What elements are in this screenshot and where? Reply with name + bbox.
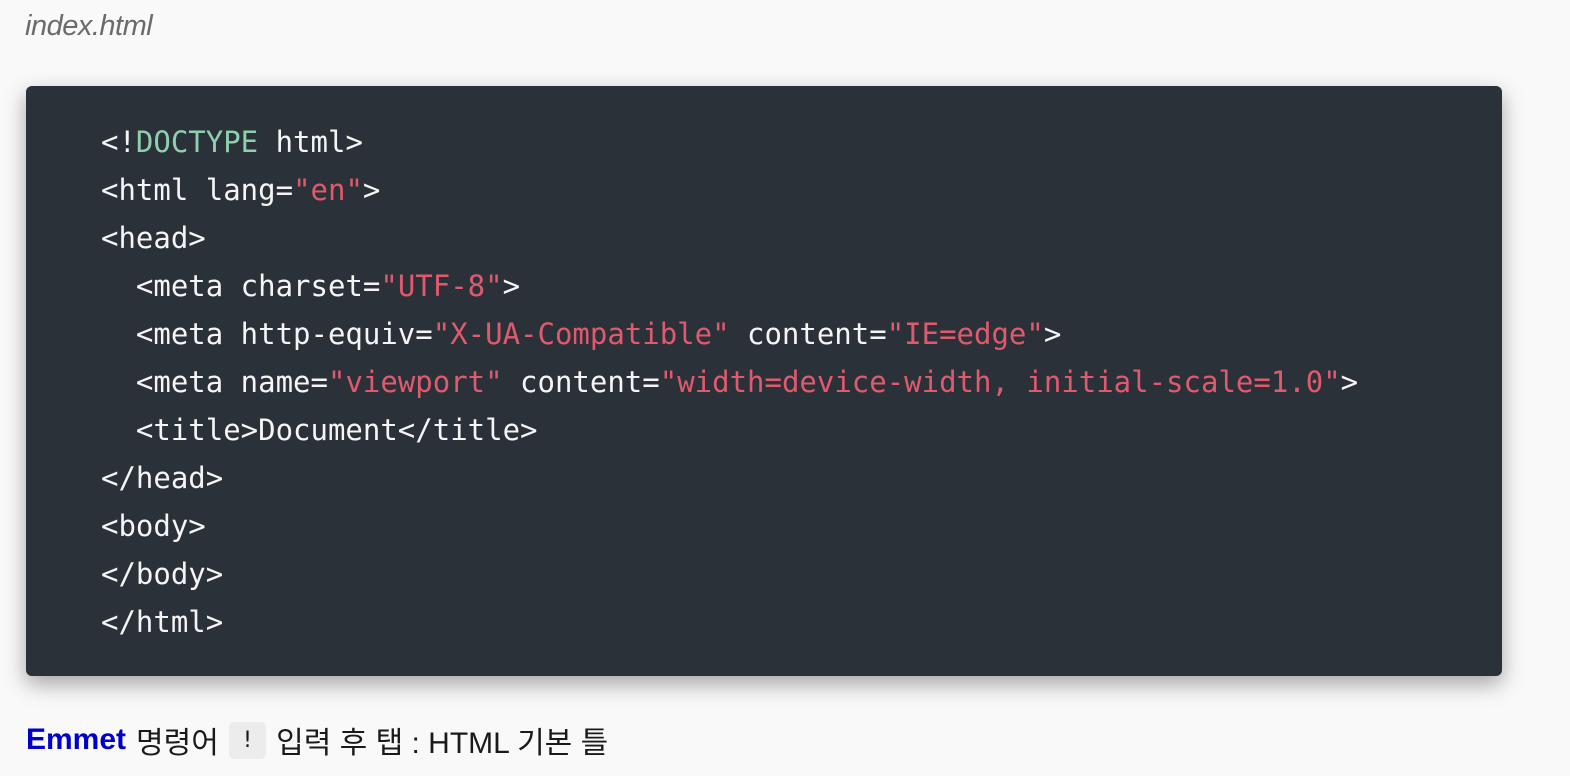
- code-line: <body>: [101, 502, 206, 550]
- caption-text-before-key: 명령어: [136, 727, 219, 760]
- file-name-label: index.html: [25, 10, 153, 42]
- code-token-plain: <head>: [101, 221, 206, 255]
- code-line: <head>: [101, 214, 206, 262]
- code-line: </body>: [101, 550, 223, 598]
- code-token-plain: >: [362, 173, 381, 207]
- code-token-string: "UTF-8": [380, 269, 503, 303]
- code-token-string: "width=device-width, initial-scale=1.0": [659, 365, 1341, 399]
- code-token-plain: </html>: [101, 605, 224, 639]
- code-token-plain: <html lang=: [101, 173, 294, 207]
- code-token-plain: <meta charset=: [101, 269, 381, 303]
- emmet-link[interactable]: Emmet: [26, 723, 126, 757]
- code-token-string: "X-UA-Compatible": [432, 317, 730, 351]
- key-badge: !: [228, 721, 267, 759]
- code-token-plain: </body>: [101, 557, 224, 591]
- code-token-plain: content=: [729, 317, 887, 351]
- code-line: <html lang="en">: [101, 166, 380, 214]
- code-token-doctype: DOCTYPE: [135, 125, 259, 159]
- caption-text-after-key: 입력 후 탭 : HTML 기본 틀: [276, 727, 609, 760]
- code-token-plain: <body>: [101, 509, 206, 543]
- code-line: <meta name="viewport" content="width=dev…: [101, 358, 1358, 406]
- code-token-plain: <meta http-equiv=: [101, 317, 433, 351]
- code-token-string: "viewport": [327, 365, 503, 399]
- code-token-plain: content=: [502, 365, 660, 399]
- code-token-plain: <meta name=: [101, 365, 328, 399]
- code-line: </head>: [101, 454, 223, 502]
- code-token-plain: html>: [258, 125, 363, 159]
- code-token-string: "en": [293, 173, 363, 207]
- code-token-plain: </head>: [101, 461, 224, 495]
- code-token-plain: >: [1340, 365, 1359, 399]
- code-line: <meta charset="UTF-8">: [101, 262, 520, 310]
- code-token-plain: >: [502, 269, 521, 303]
- code-line: <title>Document</title>: [101, 406, 538, 454]
- code-token-plain: <!: [101, 125, 136, 159]
- code-token-string: "IE=edge": [886, 317, 1044, 351]
- code-block: <!DOCTYPE html> <html lang="en"> <head> <m…: [26, 86, 1502, 676]
- code-line: <!DOCTYPE html>: [101, 118, 363, 166]
- caption: Emmet 명령어 ! 입력 후 탭 : HTML 기본 틀: [26, 718, 608, 762]
- code-line: </html>: [101, 598, 223, 646]
- code-token-plain: <title>Document</title>: [101, 413, 538, 447]
- code-token-plain: >: [1043, 317, 1062, 351]
- code-line: <meta http-equiv="X-UA-Compatible" conte…: [101, 310, 1061, 358]
